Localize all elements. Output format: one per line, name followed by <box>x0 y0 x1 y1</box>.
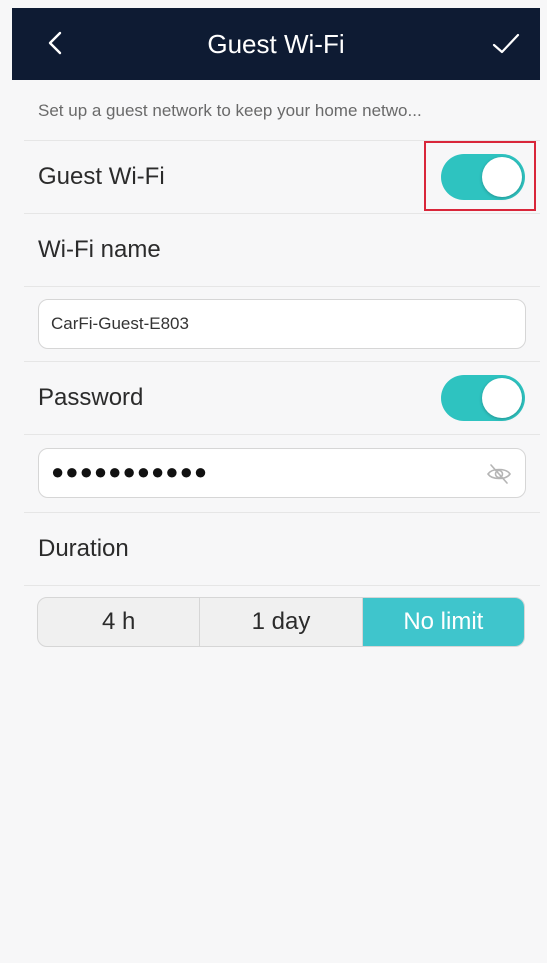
toggle-knob <box>482 378 522 418</box>
duration-option-4h[interactable]: 4 h <box>38 598 201 646</box>
eye-hidden-icon[interactable] <box>485 460 513 488</box>
guest-wifi-screen: Guest Wi-Fi Set up a guest network to ke… <box>0 0 547 963</box>
checkmark-icon <box>492 33 520 54</box>
description-text: Set up a guest network to keep your home… <box>38 101 422 120</box>
guest-wifi-label: Guest Wi-Fi <box>38 163 165 190</box>
page-title: Guest Wi-Fi <box>207 29 345 59</box>
duration-row: Duration <box>24 512 540 585</box>
password-toggle[interactable] <box>441 375 525 421</box>
wifi-name-input[interactable]: CarFi-Guest-E803 <box>38 299 526 349</box>
highlight-box <box>424 141 536 211</box>
password-masked-value: ●●●●●●●●●●● <box>51 459 209 484</box>
password-label: Password <box>38 384 144 411</box>
wifi-name-row: Wi-Fi name <box>24 213 540 286</box>
wifi-name-label: Wi-Fi name <box>38 236 161 263</box>
duration-label: Duration <box>38 535 129 562</box>
duration-option-no-limit[interactable]: No limit <box>362 598 524 646</box>
password-row: Password <box>24 361 540 434</box>
wifi-name-value: CarFi-Guest-E803 <box>51 314 189 333</box>
duration-segmented-control: 4 h 1 day No limit <box>37 597 525 647</box>
confirm-button[interactable] <box>488 26 524 62</box>
duration-option-1day[interactable]: 1 day <box>200 598 363 646</box>
password-input[interactable]: ●●●●●●●●●●● <box>38 448 526 498</box>
header-bar: Guest Wi-Fi <box>12 8 540 80</box>
